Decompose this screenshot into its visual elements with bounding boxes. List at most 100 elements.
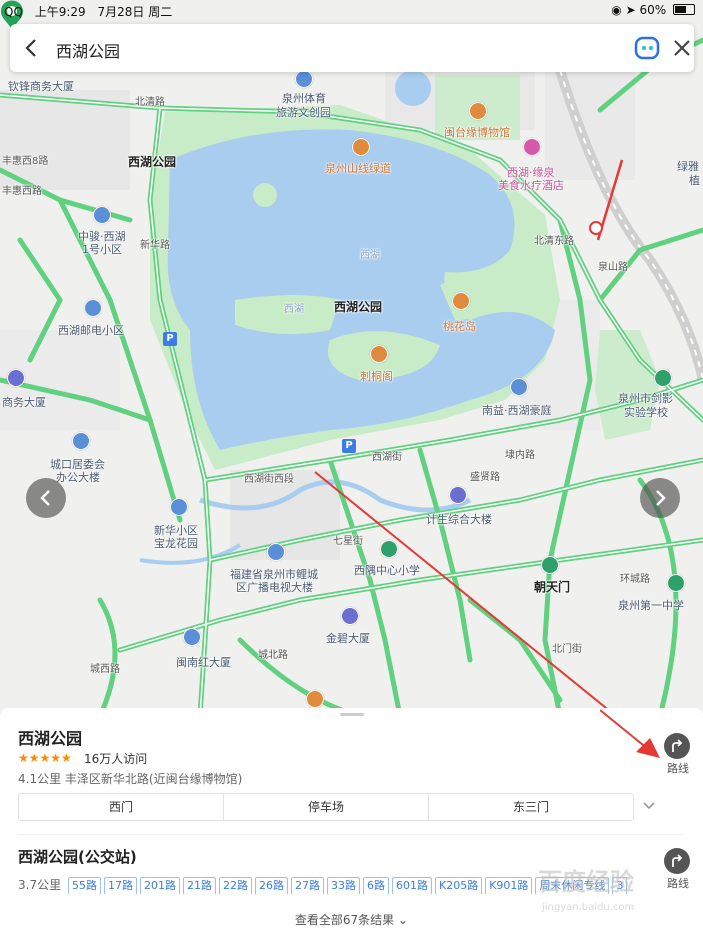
map-label: 西湖邮电小区 xyxy=(58,324,124,337)
water-label: 西湖 xyxy=(360,250,380,261)
status-bar: QQ 上午9:29 7月28日 周二 ◉ ➤ 60% xyxy=(0,0,703,20)
bus-line-tag[interactable]: 27路 xyxy=(291,877,324,894)
road-label: 城北路 xyxy=(258,650,288,661)
sub-poi-parking[interactable]: 停车场 xyxy=(224,794,429,820)
bus-line-tag[interactable]: 33路 xyxy=(327,877,360,894)
bus-line-tag[interactable]: 601路 xyxy=(392,877,432,894)
bus-line-tag[interactable]: 21路 xyxy=(183,877,216,894)
food-poi-icon[interactable] xyxy=(306,690,324,708)
bus-line-tag[interactable]: 55路 xyxy=(68,877,101,894)
bus-line-tag[interactable]: 17路 xyxy=(104,877,137,894)
bus-line-tag[interactable]: K205路 xyxy=(435,877,483,894)
road-label: 盛贤路 xyxy=(470,472,500,483)
school-poi-icon[interactable] xyxy=(667,574,685,592)
next-arrow-button[interactable] xyxy=(640,478,680,518)
panel-grabber[interactable] xyxy=(340,713,364,716)
result-title[interactable]: 西湖公园(公交站) xyxy=(18,846,137,867)
visit-count: 16万人访问 xyxy=(84,752,148,766)
search-query[interactable]: 西湖公园 xyxy=(56,38,120,62)
previous-arrow-button[interactable] xyxy=(26,478,66,518)
sub-poi-west-gate[interactable]: 西门 xyxy=(19,794,224,820)
watermark-logo: 百度经验 jingyan.baidu.com xyxy=(538,858,668,918)
chevron-left-icon xyxy=(40,490,50,506)
map-label: 美食水疗酒店 xyxy=(498,179,564,192)
date: 7月28日 周二 xyxy=(97,5,173,19)
result-title[interactable]: 西湖公园 xyxy=(18,725,82,749)
map-label: 实验学校 xyxy=(624,406,668,419)
road-label: 城西路 xyxy=(90,664,120,675)
map-label: 钦锋商务大厦 xyxy=(8,80,74,93)
map-view[interactable]: P P 钦锋商务大厦 北清路 泉州体育 旅游文创园 闽台缘博物馆 西湖公园 丰惠… xyxy=(0,0,703,716)
map-label: 办公大楼 xyxy=(56,471,100,484)
search-bar[interactable]: 西湖公园 xyxy=(10,24,694,72)
map-label: 闽台缘博物馆 xyxy=(444,126,510,139)
residence-poi-icon[interactable] xyxy=(510,378,528,396)
map-label: 桃花岛 xyxy=(443,320,476,333)
residence-poi-icon[interactable] xyxy=(93,206,111,224)
bus-line-tag[interactable]: 6路 xyxy=(363,877,389,894)
map-label: 1号小区 xyxy=(82,243,122,256)
result-meta: 4.1公里 丰泽区新华北路(近闽台缘博物馆) xyxy=(18,770,242,787)
greenway-poi-icon[interactable] xyxy=(352,138,370,156)
school-poi-icon[interactable] xyxy=(380,540,398,558)
back-chevron-icon[interactable] xyxy=(20,36,44,60)
watermark-url: jingyan.baidu.com xyxy=(542,902,635,913)
route-label[interactable]: 路线 xyxy=(667,875,689,891)
rating-stars: ★★★★★ xyxy=(18,751,72,765)
sub-poi-east-gate[interactable]: 东三门 xyxy=(429,794,633,820)
residence-poi-icon[interactable] xyxy=(84,299,102,317)
annotation-arrow-head xyxy=(600,709,660,758)
school-poi-icon[interactable] xyxy=(654,369,672,387)
sub-poi-list: 西门 停车场 东三门 xyxy=(18,793,634,821)
route-arrow-icon xyxy=(672,854,683,867)
watermark-name: 百度经验 xyxy=(538,868,634,896)
map-label: 南益·西湖豪庭 xyxy=(482,404,552,417)
assistant-face-icon[interactable] xyxy=(634,35,660,61)
divider xyxy=(18,834,685,835)
residence-poi-icon[interactable] xyxy=(170,498,188,516)
museum-poi-icon[interactable] xyxy=(469,102,487,120)
office-poi-icon[interactable] xyxy=(72,432,90,450)
road-label: 环城路 xyxy=(620,574,650,585)
road-label: 七星街 xyxy=(333,536,363,547)
road-label: 西湖街西段 xyxy=(244,474,294,485)
map-label: 计生综合大楼 xyxy=(426,513,492,526)
island-poi-icon[interactable] xyxy=(452,292,470,310)
pavilion-poi-icon[interactable] xyxy=(370,345,388,363)
parking-icon[interactable]: P xyxy=(342,439,356,453)
hotel-poi-icon[interactable] xyxy=(523,138,541,156)
road-label: 北门街 xyxy=(552,644,582,655)
stadium-poi-icon[interactable] xyxy=(295,70,313,88)
road-label: 新华路 xyxy=(140,240,170,251)
bus-line-tag[interactable]: 22路 xyxy=(219,877,252,894)
result-distance: 3.7公里 xyxy=(18,878,62,892)
office-poi-icon[interactable] xyxy=(341,607,359,625)
map-label: 泉州山线绿道 xyxy=(325,162,391,175)
view-all-results-label: 查看全部67条结果 xyxy=(294,913,395,927)
office-poi-icon[interactable] xyxy=(267,543,285,561)
road-label: 丰惠西路 xyxy=(2,186,42,197)
map-label: 金碧大厦 xyxy=(326,632,370,645)
map-label: 刺桐阁 xyxy=(360,370,393,383)
map-label: 闽南红大厦 xyxy=(176,656,231,669)
result-distance: 4.1公里 xyxy=(18,772,62,786)
map-label: 西湖公园 xyxy=(128,155,177,169)
road-label: 泉山路 xyxy=(598,262,628,273)
map-label: 植 xyxy=(689,174,700,187)
wifi-icon: ◉ xyxy=(611,3,622,17)
parking-icon[interactable]: P xyxy=(163,332,177,346)
gate-poi-icon[interactable] xyxy=(541,556,559,574)
time: 上午9:29 xyxy=(34,5,86,19)
bus-line-tag[interactable]: 201路 xyxy=(140,877,180,894)
office-poi-icon[interactable] xyxy=(183,628,201,646)
close-icon[interactable] xyxy=(670,36,694,60)
chevron-down-icon[interactable] xyxy=(642,800,656,812)
office-poi-icon[interactable] xyxy=(7,369,25,387)
map-label: 商务大厦 xyxy=(2,396,46,409)
bus-line-tag[interactable]: K901路 xyxy=(485,877,533,894)
road-label: 丰惠西8路 xyxy=(2,156,49,167)
bus-line-tag[interactable]: 26路 xyxy=(255,877,288,894)
park-name-label: 西湖公园 xyxy=(334,300,383,314)
office-poi-icon[interactable] xyxy=(449,486,467,504)
map-label: 朝天门 xyxy=(534,580,571,594)
